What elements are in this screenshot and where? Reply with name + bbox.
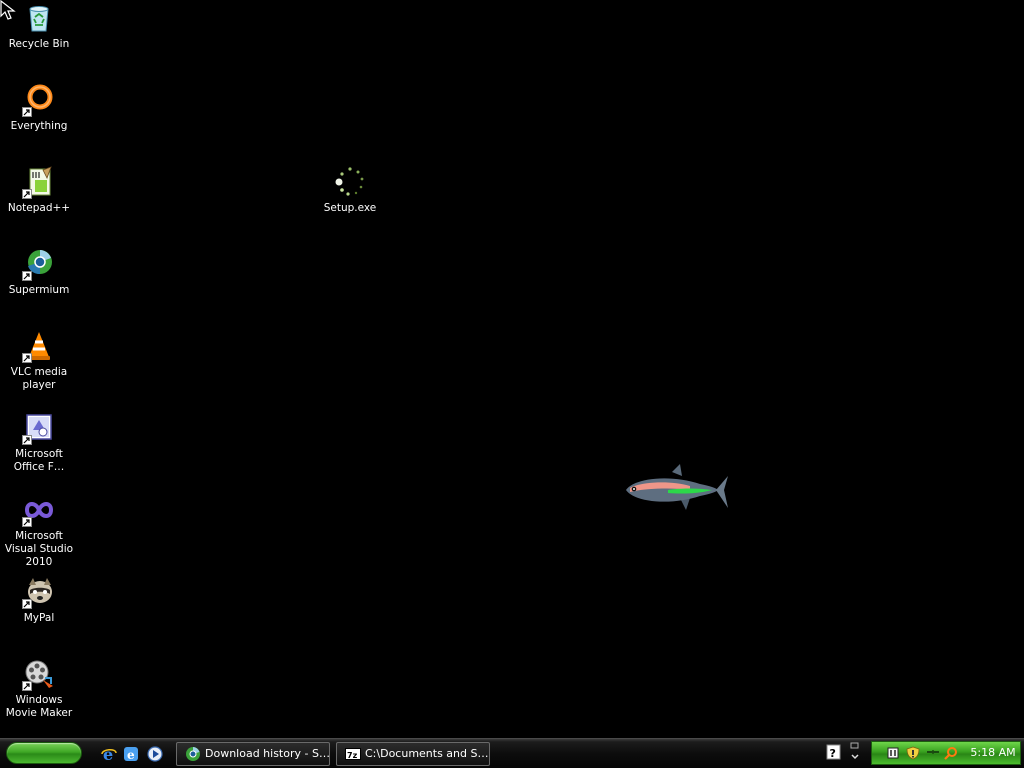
visual-studio-icon — [22, 494, 55, 527]
search-icon[interactable] — [944, 746, 958, 760]
desktop-icon-notepad-plus-plus[interactable]: Notepad++ — [0, 166, 78, 215]
desktop-icon-label: MyPal — [23, 612, 55, 624]
desktop-icon-label: Microsoft Visual Studio 2010 — [4, 530, 74, 568]
ie-alt-icon[interactable]: e — [122, 745, 140, 763]
fish-wallpaper-image — [626, 464, 728, 510]
svg-text:7z: 7z — [347, 751, 358, 760]
loading-spinner-icon — [334, 166, 366, 198]
svg-text:?: ? — [830, 747, 836, 760]
internet-explorer-icon[interactable]: e — [100, 745, 118, 763]
task-button-label: Download history - S… — [205, 747, 330, 760]
desktop-icon-setup-exe[interactable]: Setup.exe — [311, 166, 389, 215]
shortcut-arrow-icon — [22, 271, 32, 281]
desktop-icon-label: Supermium — [8, 284, 70, 296]
everything-icon — [22, 84, 55, 117]
desktop-icon-label: Everything — [10, 120, 68, 132]
desktop-icon-office-file[interactable]: Microsoft Office F… — [0, 412, 78, 474]
desktop-icon-label: VLC media player — [10, 366, 68, 391]
desktop-icon-label: Windows Movie Maker — [5, 694, 73, 719]
recycle-bin-icon — [23, 2, 55, 34]
desktop-icon-everything[interactable]: Everything — [0, 84, 78, 133]
mypal-icon — [22, 576, 55, 609]
shortcut-arrow-icon — [22, 517, 32, 527]
desktop-icon-mypal[interactable]: MyPal — [0, 576, 78, 625]
browser-icon — [185, 746, 201, 762]
svg-text:e: e — [103, 745, 113, 763]
desktop-icon-label: Recycle Bin — [8, 38, 70, 50]
desktop-icon-label: Setup.exe — [323, 202, 377, 214]
supermium-icon — [22, 248, 55, 281]
desktop-icon-label: Notepad++ — [7, 202, 71, 214]
tray-expand-icon[interactable] — [849, 741, 861, 763]
vlc-icon — [22, 330, 55, 363]
task-button-download-history[interactable]: Download history - S… — [176, 742, 330, 766]
desktop-icon-visual-studio[interactable]: Microsoft Visual Studio 2010 — [0, 494, 78, 569]
desktop-icon-recycle-bin[interactable]: Recycle Bin — [0, 2, 78, 51]
desktop: Recycle Bin Everything Notepad++ Supermi… — [0, 0, 1024, 738]
shortcut-arrow-icon — [22, 681, 32, 691]
task-button-7zip-documents[interactable]: 7z C:\Documents and S… — [336, 742, 490, 766]
desktop-icon-movie-maker[interactable]: Windows Movie Maker — [0, 658, 78, 720]
movie-maker-icon — [22, 658, 55, 691]
7zip-icon: 7z — [345, 746, 361, 762]
clock[interactable]: 5:18 AM — [968, 742, 1018, 764]
task-button-label: C:\Documents and S… — [365, 747, 489, 760]
shortcut-arrow-icon — [22, 189, 32, 199]
shortcut-arrow-icon — [22, 599, 32, 609]
security-shield-icon[interactable] — [906, 746, 920, 760]
help-icon[interactable]: ? — [826, 744, 842, 760]
notepad-plus-plus-icon — [22, 166, 55, 199]
office-file-icon — [22, 412, 55, 445]
volume-icon[interactable] — [926, 746, 940, 760]
desktop-icon-supermium[interactable]: Supermium — [0, 248, 78, 297]
system-tray: 5:18 AM — [871, 741, 1021, 765]
network-icon[interactable] — [886, 746, 900, 760]
desktop-icon-vlc[interactable]: VLC media player — [0, 330, 78, 392]
shortcut-arrow-icon — [22, 353, 32, 363]
shortcut-arrow-icon — [22, 107, 32, 117]
start-button[interactable] — [6, 742, 82, 764]
svg-text:e: e — [127, 748, 135, 762]
desktop-icon-label: Microsoft Office F… — [13, 448, 65, 473]
media-player-icon[interactable] — [146, 745, 164, 763]
shortcut-arrow-icon — [22, 435, 32, 445]
